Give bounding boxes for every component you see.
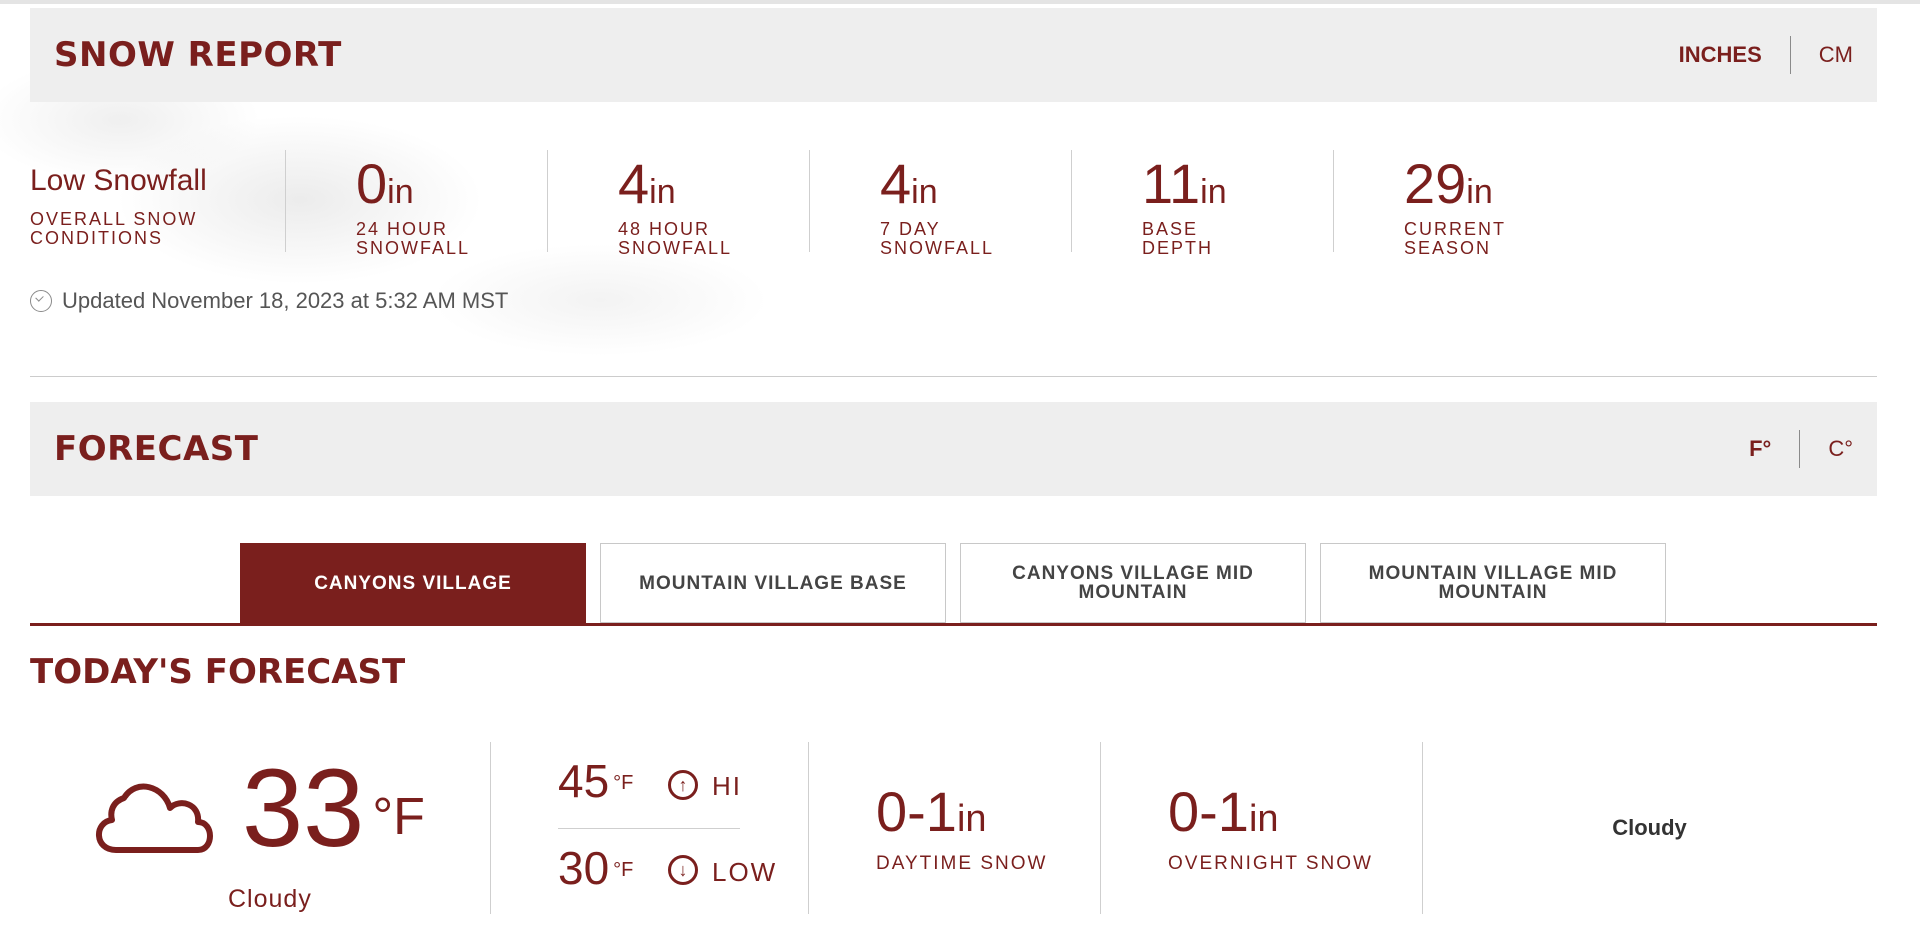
stat-unit: in	[1466, 173, 1493, 211]
conditions-label: OVERALL SNOW CONDITIONS	[30, 209, 198, 248]
overnight-snow-amount: 0-1	[1168, 780, 1249, 843]
stat-unit: in	[649, 173, 676, 211]
daytime-snow-unit: in	[956, 798, 987, 840]
high-label: HI	[712, 771, 742, 801]
todays-forecast-title: TODAY'S FORECAST	[30, 652, 406, 692]
stat-unit: in	[387, 173, 414, 211]
current-condition: Cloudy	[228, 885, 312, 913]
stat-number: 29	[1404, 152, 1467, 215]
stat-base-depth: 11in BASE DEPTH	[1071, 150, 1333, 258]
arrow-down-icon: ↓	[668, 855, 698, 885]
overnight-snow-label: OVERNIGHT SNOW	[1168, 853, 1373, 874]
tabs-underline	[30, 623, 1877, 626]
low-temperature: 30 °F	[558, 845, 633, 891]
fahrenheit-option[interactable]: F°	[1749, 436, 1771, 462]
top-border	[0, 0, 1920, 4]
stat-number: 4	[618, 152, 650, 215]
stat-value-season: 29in	[1404, 156, 1530, 220]
cm-option[interactable]: CM	[1819, 42, 1853, 68]
stat-value-7d: 4in	[880, 156, 1071, 220]
conditions-value: Low Snowfall	[30, 164, 207, 197]
low-unit: °F	[613, 859, 634, 881]
section-divider	[30, 376, 1877, 377]
stat-current-season: 29in CURRENT SEASON	[1333, 150, 1530, 258]
updated-timestamp: Updated November 18, 2023 at 5:32 AM MST	[30, 288, 508, 314]
unit-divider	[1789, 36, 1791, 74]
snow-stats: Low Snowfall OVERALL SNOW CONDITIONS 0in…	[30, 150, 1530, 258]
hi-low-separator	[558, 828, 740, 829]
daytime-snow-value: 0-1in	[876, 784, 987, 847]
overall-conditions: Low Snowfall OVERALL SNOW CONDITIONS	[30, 150, 285, 252]
stat-value-base: 11in	[1142, 156, 1333, 220]
stat-number: 0	[356, 152, 388, 215]
forecast-summary: Cloudy	[1612, 815, 1687, 840]
stat-label-24h: 24 HOUR SNOWFALL	[356, 219, 471, 258]
temperature-value: 33	[242, 747, 365, 870]
current-temperature: 33 °F	[242, 754, 425, 864]
high-temperature: 45 °F	[558, 758, 633, 804]
overnight-snow-unit: in	[1248, 798, 1279, 840]
daytime-snow-amount: 0-1	[876, 780, 957, 843]
cloud-icon	[96, 783, 213, 853]
stat-number: 11	[1142, 152, 1201, 215]
stat-value-48h: 4in	[618, 156, 809, 220]
stat-label-season: CURRENT SEASON	[1404, 219, 1506, 258]
forecast-header: FORECAST F° C°	[30, 402, 1877, 496]
high-value: 45	[558, 755, 610, 807]
temperature-unit: °F	[372, 788, 425, 846]
low-label: LOW	[712, 857, 778, 887]
stat-48-hour: 4in 48 HOUR SNOWFALL	[547, 150, 809, 258]
snow-unit-toggle: INCHES CM	[1679, 8, 1853, 102]
unit-divider	[1799, 430, 1801, 468]
arrow-up-icon: ↑	[668, 770, 698, 800]
tab-mountain-village-mid-mountain[interactable]: MOUNTAIN VILLAGE MID MOUNTAIN	[1320, 543, 1666, 623]
low-value: 30	[558, 842, 610, 894]
overnight-snow-value: 0-1in	[1168, 784, 1279, 847]
stat-number: 4	[880, 152, 912, 215]
tab-mountain-village-base[interactable]: MOUNTAIN VILLAGE BASE	[600, 543, 946, 623]
stat-value-24h: 0in	[356, 156, 547, 220]
inches-option[interactable]: INCHES	[1679, 42, 1762, 68]
stat-label-7d: 7 DAY SNOWFALL	[880, 219, 995, 258]
temp-unit-toggle: F° C°	[1749, 402, 1853, 496]
stat-unit: in	[911, 173, 938, 211]
daytime-snow-label: DAYTIME SNOW	[876, 853, 1048, 874]
celsius-option[interactable]: C°	[1828, 436, 1853, 462]
high-unit: °F	[613, 772, 634, 794]
tab-canyons-village[interactable]: CANYONS VILLAGE	[240, 543, 586, 623]
forecast-title: FORECAST	[54, 429, 259, 469]
stat-24-hour: 0in 24 HOUR SNOWFALL	[285, 150, 547, 258]
clock-icon	[30, 290, 52, 312]
current-temp-block: 33 °F Cloudy	[0, 742, 490, 914]
stat-label-48h: 48 HOUR SNOWFALL	[618, 219, 733, 258]
updated-text: Updated November 18, 2023 at 5:32 AM MST	[62, 288, 509, 313]
snow-report-header: SNOW REPORT INCHES CM	[30, 8, 1877, 102]
stat-7-day: 4in 7 DAY SNOWFALL	[809, 150, 1071, 258]
stat-label-base: BASE DEPTH	[1142, 219, 1214, 258]
tab-canyons-village-mid-mountain[interactable]: CANYONS VILLAGE MID MOUNTAIN	[960, 543, 1306, 623]
stat-unit: in	[1200, 173, 1227, 211]
snow-report-title: SNOW REPORT	[54, 35, 342, 75]
